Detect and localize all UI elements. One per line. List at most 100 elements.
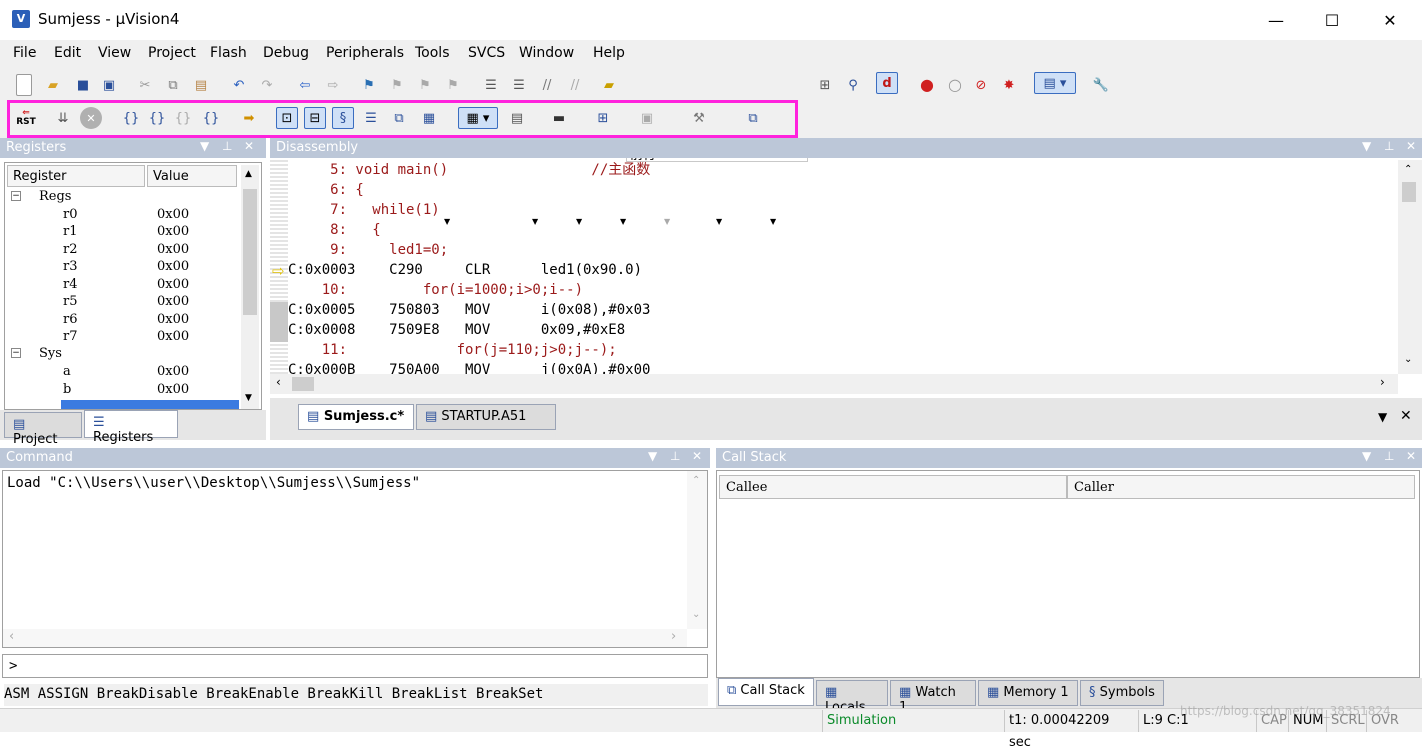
asm-line[interactable]: C:0x0008 7509E8 MOV 0x09,#0xE8 — [288, 320, 625, 340]
callee-column-header[interactable]: Callee — [719, 475, 1067, 499]
pin-icon[interactable]: ⊥ — [1384, 448, 1394, 464]
pane-close-icon[interactable]: ✕ — [1406, 448, 1416, 464]
disassembly-hscrollbar[interactable]: ‹ › — [270, 374, 1398, 394]
configure-icon[interactable]: 🔧 — [1090, 74, 1112, 96]
reg-value[interactable]: 0x00 — [157, 364, 189, 379]
source-line[interactable]: 7: while(1) — [288, 200, 440, 220]
command-vscrollbar[interactable]: ⌃ ⌄ — [687, 471, 707, 629]
pane-close-icon[interactable]: ✕ — [692, 448, 702, 464]
tab-memory1[interactable]: ▦ Memory 1 — [978, 680, 1078, 706]
asm-line[interactable]: C:0x000B 750A00 MOV j(0x0A),#0x00 — [288, 360, 650, 374]
reg-value[interactable]: 0x00 — [157, 224, 189, 239]
menu-peripherals[interactable]: Peripherals — [326, 45, 404, 61]
close-tab-icon[interactable]: ✕ — [1400, 408, 1412, 424]
source-line[interactable]: 9: led1=0; — [288, 240, 448, 260]
chevron-up-icon[interactable]: ⌃ — [692, 475, 700, 486]
tab-list-icon[interactable]: ▼ — [1378, 410, 1387, 424]
nav-forward-icon[interactable]: ⇨ — [322, 74, 344, 96]
breakpoint-disable-icon[interactable]: ○ — [944, 74, 966, 96]
tab-startup-a51[interactable]: ▤ STARTUP.A51 — [416, 404, 556, 430]
open-folder-icon[interactable]: ▰ — [42, 74, 64, 96]
menu-help[interactable]: Help — [593, 45, 625, 61]
reg-name[interactable]: r6 — [63, 312, 78, 327]
asm-line[interactable]: C:0x0005 750803 MOV i(0x08),#0x03 — [288, 300, 650, 320]
source-line[interactable]: 8: { — [288, 220, 381, 240]
command-hscrollbar[interactable]: ‹ › — [3, 629, 687, 647]
menu-project[interactable]: Project — [148, 45, 196, 61]
value-column-header[interactable]: Value — [147, 165, 237, 187]
menu-debug[interactable]: Debug — [263, 45, 309, 61]
minimize-button[interactable]: — — [1248, 0, 1304, 40]
register-column-header[interactable]: Register — [7, 165, 145, 187]
save-icon[interactable]: ■ — [72, 74, 94, 96]
paste-icon[interactable]: ▤ — [190, 74, 212, 96]
bookmark-next-icon[interactable]: ⚑ — [414, 74, 436, 96]
scroll-thumb[interactable] — [243, 189, 257, 315]
bookmark-prev-icon[interactable]: ⚑ — [386, 74, 408, 96]
reg-name[interactable]: r0 — [63, 207, 78, 222]
scroll-thumb[interactable] — [1402, 182, 1416, 202]
unindent-icon[interactable]: ☰ — [508, 74, 530, 96]
source-line[interactable]: 11: for(j=110;j>0;j--); — [288, 340, 617, 360]
reg-value[interactable]: 0x00 — [157, 259, 189, 274]
menu-svcs[interactable]: SVCS — [468, 45, 505, 61]
debug-session-icon[interactable]: d — [876, 72, 898, 94]
tab-project[interactable]: ▤ Project — [4, 412, 82, 447]
breakpoint-icon[interactable]: ● — [916, 74, 938, 96]
close-button[interactable]: ✕ — [1362, 0, 1418, 40]
bookmark-icon[interactable]: ⚑ — [358, 74, 380, 96]
menu-edit[interactable]: Edit — [54, 45, 81, 61]
disable-all-breakpoints-icon[interactable]: ⊘ — [970, 74, 992, 96]
chevron-left-icon[interactable]: ‹ — [9, 629, 14, 644]
reg-name[interactable]: r3 — [63, 259, 78, 274]
reg-value[interactable]: 0x00 — [157, 277, 189, 292]
tab-locals[interactable]: ▦ Locals — [816, 680, 888, 715]
reg-value[interactable]: 0x00 — [157, 382, 189, 397]
reg-value[interactable]: 0x00 — [157, 312, 189, 327]
bookmark-clear-icon[interactable]: ⚑ — [442, 74, 464, 96]
menu-window[interactable]: Window — [519, 45, 574, 61]
find-icon[interactable]: ⊞ — [814, 74, 836, 96]
copy-icon[interactable]: ⧉ — [162, 74, 184, 96]
pane-menu-icon[interactable]: ▼ — [1362, 448, 1371, 464]
pane-menu-icon[interactable]: ▼ — [648, 448, 657, 464]
maximize-button[interactable]: ☐ — [1304, 0, 1360, 40]
pane-close-icon[interactable]: ✕ — [1406, 138, 1416, 154]
reg-value[interactable]: 0x00 — [157, 242, 189, 257]
selected-row[interactable] — [61, 400, 239, 409]
asm-line[interactable]: C:0x0003 C290 CLR led1(0x90.0) — [288, 260, 642, 280]
registers-scrollbar[interactable]: ▲ ▼ — [241, 165, 259, 409]
reg-name[interactable]: b — [63, 382, 71, 397]
collapse-icon[interactable]: − — [11, 348, 21, 358]
incremental-find-icon[interactable]: ⚲ — [842, 74, 864, 96]
reg-value[interactable]: 0x00 — [157, 294, 189, 309]
cut-icon[interactable]: ✂ — [134, 74, 156, 96]
menu-view[interactable]: View — [98, 45, 131, 61]
source-line[interactable]: 10: for(i=1000;i>0;i--) — [288, 280, 583, 300]
undo-icon[interactable]: ↶ — [228, 74, 250, 96]
comment-icon[interactable]: // — [536, 74, 558, 96]
command-output[interactable]: Load "C:\\Users\\user\\Desktop\\Sumjess\… — [2, 470, 708, 648]
chevron-up-icon[interactable]: ⌃ — [1404, 164, 1412, 175]
reg-name[interactable]: r1 — [63, 224, 78, 239]
reg-name[interactable]: r2 — [63, 242, 78, 257]
uncomment-icon[interactable]: // — [564, 74, 586, 96]
source-line[interactable]: 6: { — [288, 180, 364, 200]
reg-value[interactable]: 0x00 — [157, 207, 189, 222]
tab-call-stack[interactable]: ⧉ Call Stack — [718, 678, 814, 706]
kill-all-breakpoints-icon[interactable]: ✸ — [998, 74, 1020, 96]
window-layout-icon[interactable]: ▤ ▾ — [1034, 72, 1076, 94]
pane-menu-icon[interactable]: ▼ — [200, 138, 209, 154]
new-file-icon[interactable] — [16, 74, 32, 96]
reg-name[interactable]: r7 — [63, 329, 78, 344]
pin-icon[interactable]: ⊥ — [1384, 138, 1394, 154]
pin-icon[interactable]: ⊥ — [670, 448, 680, 464]
nav-back-icon[interactable]: ⇦ — [294, 74, 316, 96]
save-all-icon[interactable]: ▣ — [98, 74, 120, 96]
reg-name[interactable]: r4 — [63, 277, 78, 292]
source-line[interactable]: 5: void main() //主函数 — [288, 160, 650, 180]
tab-watch1[interactable]: ▦ Watch 1 — [890, 680, 976, 715]
chevron-down-icon[interactable]: ⌄ — [1404, 354, 1412, 365]
menu-tools[interactable]: Tools — [415, 45, 450, 61]
tab-registers[interactable]: ☰ Registers — [84, 410, 178, 445]
